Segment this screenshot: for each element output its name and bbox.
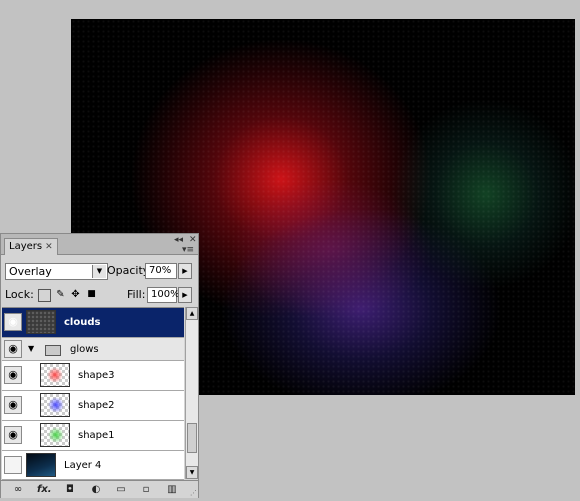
resize-grip-icon[interactable]: ⋰ [190, 489, 197, 497]
layer-thumbnail [40, 363, 70, 387]
lock-label: Lock: [5, 288, 34, 301]
add-mask-icon[interactable]: ◘ [63, 483, 77, 496]
expand-triangle-icon[interactable]: ▼ [28, 344, 34, 353]
layer-thumbnail [26, 310, 56, 334]
blend-mode-value: Overlay [9, 265, 52, 278]
group-indent [24, 361, 37, 390]
minimize-icon[interactable]: ◂◂ [174, 235, 183, 245]
scroll-down-icon[interactable]: ▼ [186, 466, 198, 479]
fill-label: Fill: [127, 288, 146, 301]
tab-label: Layers [9, 241, 43, 252]
panel-tab-bar: Layers ✕ ◂◂ ✕ ▾≡ [1, 234, 198, 255]
eye-icon[interactable]: ◉ [4, 366, 22, 384]
folder-icon [45, 345, 61, 356]
group-indent [24, 391, 37, 420]
layer-name: Layer 4 [64, 460, 102, 471]
layer-name: shape2 [78, 400, 115, 411]
fx-icon[interactable]: fx. [37, 483, 52, 496]
layers-list: ◉ clouds ◉ ▼ glows ◉ shape3 ◉ shape2 ◉ s… [2, 307, 184, 480]
tab-layers[interactable]: Layers ✕ [4, 238, 58, 255]
layers-bottom-toolbar: ∞ fx. ◘ ◐ ▭ ▫ ▥ ⋰ [1, 480, 198, 498]
chevron-down-icon[interactable]: ▼ [92, 265, 106, 278]
scroll-thumb[interactable] [187, 423, 197, 453]
red-blob [47, 367, 63, 383]
layer-row-shape1[interactable]: ◉ shape1 [2, 421, 184, 451]
link-layers-icon[interactable]: ∞ [11, 483, 25, 496]
layer-name: clouds [64, 317, 101, 328]
layers-panel: Layers ✕ ◂◂ ✕ ▾≡ Overlay ▼ Opacity: 70% ▶… [0, 233, 199, 498]
opacity-slider-arrow-icon[interactable]: ▶ [178, 263, 192, 279]
tab-close-icon[interactable]: ✕ [45, 242, 53, 252]
new-layer-icon[interactable]: ▫ [139, 483, 153, 496]
panel-menu-icon[interactable]: ▾≡ [182, 245, 194, 255]
opacity-field[interactable]: 70% [145, 263, 177, 279]
layer-name: shape3 [78, 370, 115, 381]
fill-slider-arrow-icon[interactable]: ▶ [178, 287, 192, 303]
layer-thumbnail [40, 423, 70, 447]
layer-row-layer4[interactable]: Layer 4 [2, 451, 184, 480]
eye-icon[interactable]: ◉ [4, 340, 22, 358]
layer-row-shape3[interactable]: ◉ shape3 [2, 361, 184, 391]
trash-icon[interactable]: ▥ [165, 483, 179, 496]
lock-move-icon[interactable]: ✥ [70, 289, 81, 300]
scroll-up-icon[interactable]: ▲ [186, 307, 198, 320]
layers-scrollbar[interactable]: ▲ ▼ [185, 307, 198, 479]
group-indent [24, 421, 37, 450]
layer-row-clouds[interactable]: ◉ clouds [2, 308, 184, 338]
panel-close-icon[interactable]: ✕ [189, 235, 197, 245]
layer-thumbnail [26, 453, 56, 477]
layer-name: glows [70, 344, 99, 355]
layer-group-glows[interactable]: ◉ ▼ glows [2, 338, 184, 361]
lock-all-icon[interactable]: ■ [86, 289, 97, 300]
eye-hidden-box[interactable] [4, 456, 22, 474]
eye-icon[interactable]: ◉ [4, 426, 22, 444]
layer-thumbnail [40, 393, 70, 417]
blue-blob [48, 397, 64, 413]
new-group-icon[interactable]: ▭ [114, 483, 128, 496]
layer-row-shape2[interactable]: ◉ shape2 [2, 391, 184, 421]
lock-transparent-icon[interactable] [38, 289, 51, 302]
eye-icon[interactable]: ◉ [4, 313, 22, 331]
eye-icon[interactable]: ◉ [4, 396, 22, 414]
layer-name: shape1 [78, 430, 115, 441]
green-blob [48, 427, 64, 443]
lock-row: Lock: ✎ ✥ ■ Fill: 100% ▶ [5, 287, 195, 304]
adjustment-layer-icon[interactable]: ◐ [89, 483, 103, 496]
lock-paint-icon[interactable]: ✎ [55, 289, 66, 300]
blend-row: Overlay ▼ Opacity: 70% ▶ [5, 263, 195, 280]
fill-field[interactable]: 100% [147, 287, 180, 303]
blend-mode-select[interactable]: Overlay ▼ [5, 263, 108, 280]
